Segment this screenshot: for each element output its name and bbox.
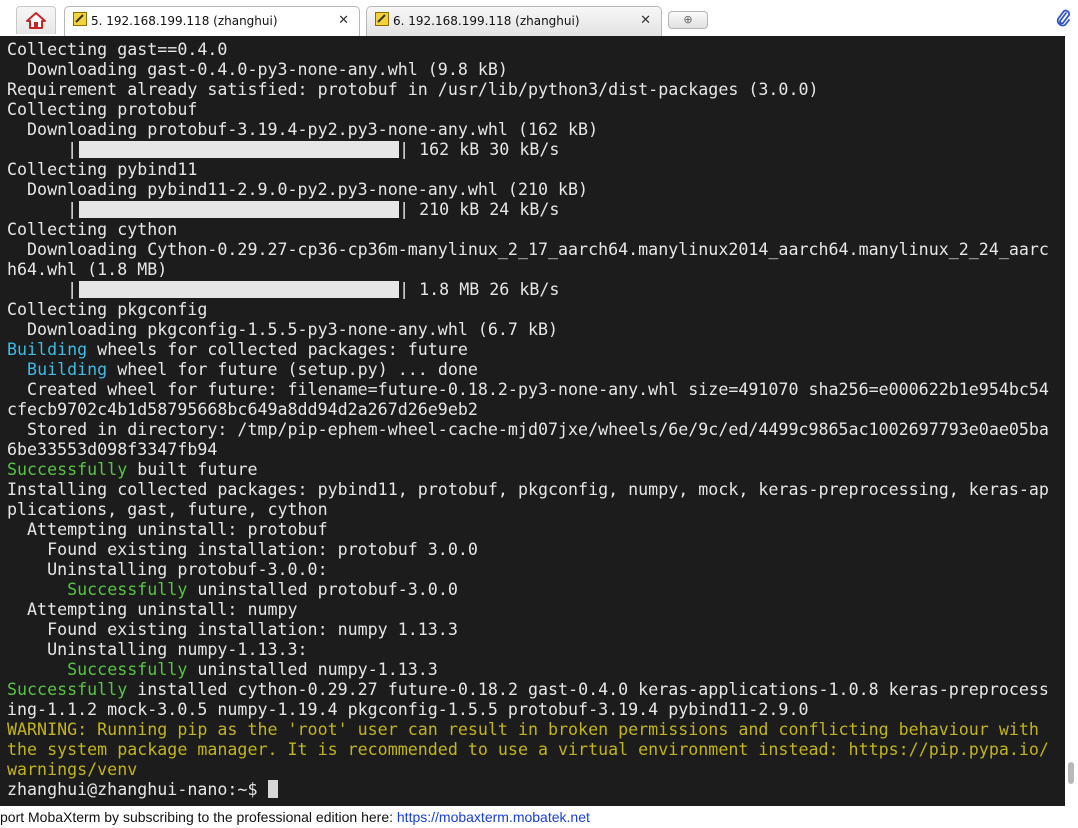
terminal-line: Downloading pybind11-2.9.0-py2.py3-none-… [7,180,589,199]
terminal-line: cfecb9702c4b1d58795668bc649a8dd94d2a267d… [7,400,478,419]
terminal-line: WARNING: Running pip as the 'root' user … [7,720,1039,739]
terminal-line: Created wheel for future: filename=futur… [7,380,1049,399]
scrollbar-thumb[interactable] [1068,762,1074,784]
progress-bar [79,141,400,158]
terminal-line: ing-1.1.2 mock-3.0.5 numpy-1.19.4 pkgcon… [7,700,809,719]
terminal-line: Downloading pkgconfig-1.5.5-py3-none-any… [7,320,559,339]
terminal-line: Building wheel for future (setup.py) ...… [27,360,478,379]
terminal-line: Installing collected packages: pybind11,… [7,480,1049,499]
terminal-line: Found existing installation: numpy 1.13.… [7,620,458,639]
tab-label: 5. 192.168.199.118 (zhanghui) [91,14,278,28]
progress-bar [79,281,400,298]
terminal-line: Downloading Cython-0.29.27-cp36-cp36m-ma… [7,240,1049,259]
status-bar: port MobaXterm by subscribing to the pro… [0,806,1078,828]
terminal-line: Successfully uninstalled numpy-1.13.3 [67,660,438,679]
close-icon[interactable]: ✕ [338,7,349,35]
terminal-line: Attempting uninstall: numpy [7,600,298,619]
terminal-line: Uninstalling numpy-1.13.3: [7,640,308,659]
tab-label: 6. 192.168.199.118 (zhanghui) [393,14,580,28]
terminal-line: Successfully built future [7,460,258,479]
status-text: port MobaXterm by subscribing to the pro… [0,809,397,825]
terminal-line: Collecting pkgconfig [7,300,208,319]
scrollbar[interactable] [1065,36,1078,806]
terminal-line: Downloading gast-0.4.0-py3-none-any.whl … [7,60,508,79]
terminal-line: Collecting protobuf [7,100,198,119]
prompt-line: zhanghui@zhanghui-nano:~$ [7,780,1049,800]
terminal-line: | | 1.8 MB 26 kB/s [27,280,560,299]
terminal-lines: Collecting gast==0.4.0 Downloading gast-… [7,40,1049,800]
new-tab-button[interactable]: ⊕ [668,11,708,29]
terminal-line: Successfully uninstalled protobuf-3.0.0 [67,580,458,599]
terminal-line: 6be33553d098f3347fb94 [7,440,218,459]
attach-button[interactable] [1054,8,1072,28]
terminal-line: Stored in directory: /tmp/pip-ephem-whee… [7,420,1049,439]
paperclip-icon [1056,9,1070,27]
terminal-line: Collecting pybind11 [7,160,198,179]
terminal-line: | | 210 kB 24 kB/s [27,200,560,219]
tab-bar: 5. 192.168.199.118 (zhanghui) ✕ 6. 192.1… [0,0,1078,36]
tab-session-5[interactable]: 5. 192.168.199.118 (zhanghui) ✕ [64,6,360,36]
terminal-line: Downloading protobuf-3.19.4-py2.py3-none… [7,120,599,139]
terminal-line: Requirement already satisfied: protobuf … [7,80,819,99]
terminal-session-icon [73,8,87,36]
home-button[interactable] [16,6,56,34]
terminal-line: the system package manager. It is recomm… [7,740,1049,759]
terminal-line: Attempting uninstall: protobuf [7,520,328,539]
terminal-line: h64.whl (1.8 MB) [7,260,168,279]
terminal-line: | | 162 kB 30 kB/s [27,140,560,159]
close-icon[interactable]: ✕ [640,7,651,35]
terminal-line: Collecting gast==0.4.0 [7,40,228,59]
text-cursor [268,780,279,798]
terminal-session-icon [375,8,389,36]
terminal-line: warnings/venv [7,760,138,779]
tab-session-6[interactable]: 6. 192.168.199.118 (zhanghui) ✕ [366,6,662,36]
terminal-line: plications, gast, future, cython [7,500,328,519]
mobaxterm-link[interactable]: https://mobaxterm.mobatek.net [397,809,590,825]
terminal-line: Collecting cython [7,220,178,239]
terminal-output[interactable]: Collecting gast==0.4.0 Downloading gast-… [0,36,1065,806]
progress-bar [79,201,400,218]
home-icon [26,12,46,29]
terminal-line: Found existing installation: protobuf 3.… [7,540,478,559]
plus-icon: ⊕ [683,13,693,26]
terminal-line: Uninstalling protobuf-3.0.0: [7,560,328,579]
terminal-line: Building wheels for collected packages: … [7,340,468,359]
terminal-line: Successfully installed cython-0.29.27 fu… [7,680,1049,699]
